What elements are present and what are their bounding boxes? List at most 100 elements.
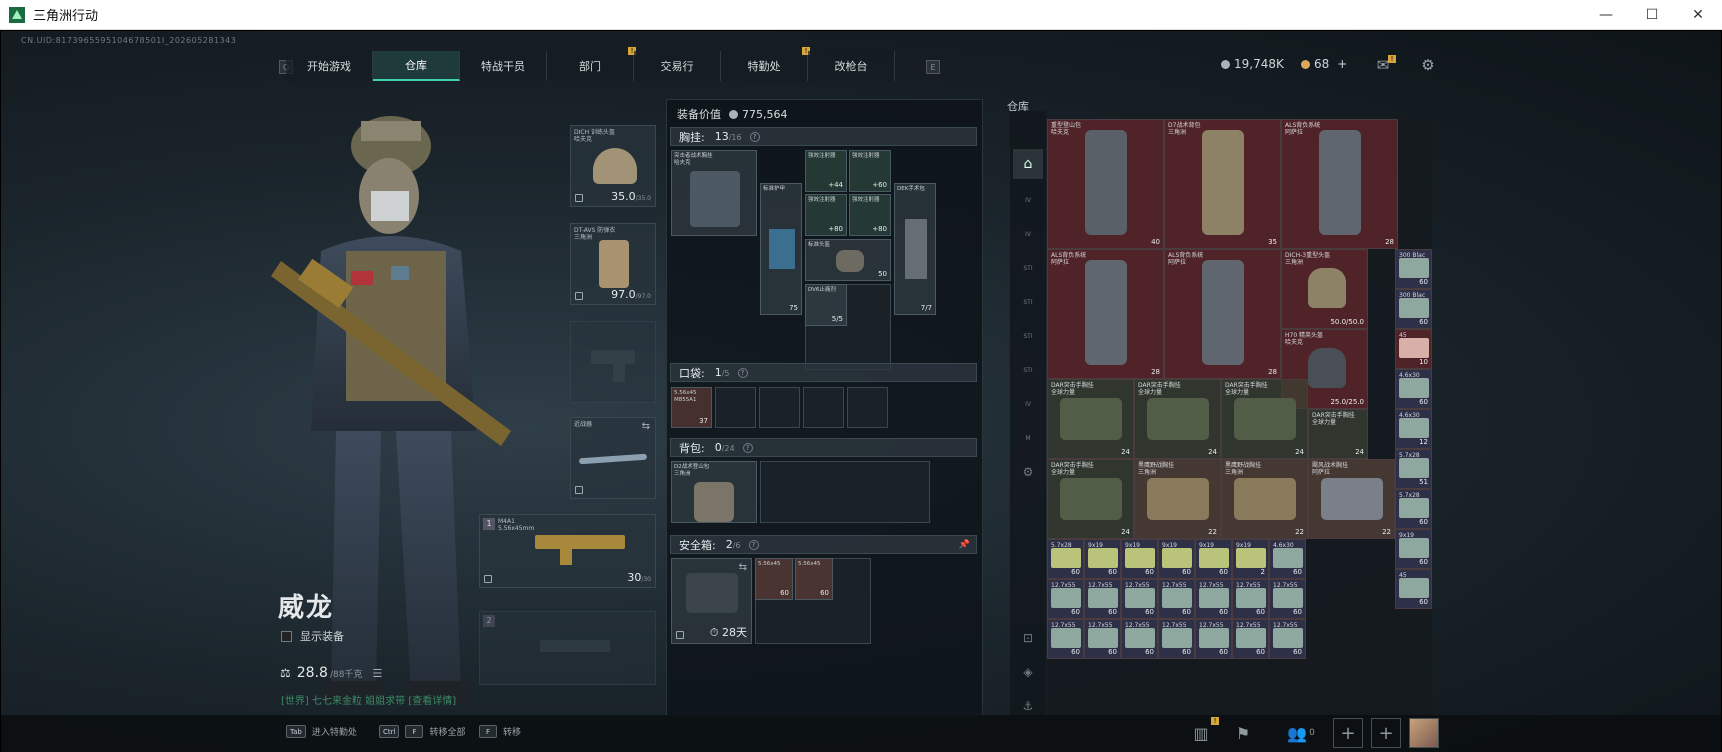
ammo-item[interactable]: 12.7x55 60 [1084, 579, 1121, 619]
gear-icon[interactable]: ⚙ [1013, 457, 1043, 487]
friends-icon[interactable]: 👥 0 [1281, 719, 1321, 747]
stash-home-tab[interactable]: ⌂ [1013, 149, 1043, 179]
tab-start-game[interactable]: 开始游戏 [286, 51, 373, 81]
stash-tab[interactable]: STI [1013, 287, 1043, 317]
secondary-weapon-slot[interactable]: 2 [479, 611, 656, 685]
help-icon[interactable]: ? [737, 367, 748, 378]
ammo-item[interactable]: 300 Blac 60 [1395, 289, 1432, 329]
stash-item[interactable]: DAR突击手胸挂 全球力量 24 [1308, 409, 1368, 459]
stash-tab[interactable]: IV [1013, 219, 1043, 249]
helmet-item[interactable]: 标准头盔 50 [805, 239, 891, 281]
stash-tab[interactable]: IV [1013, 389, 1043, 419]
backpack-item[interactable]: D2战术登山包 三角洲 [671, 461, 757, 523]
primary-weapon-slot[interactable]: 1 M4A1 5.56x45mm 30/30 [479, 514, 656, 588]
stash-tab[interactable]: STI [1013, 321, 1043, 351]
injector-item[interactable]: 强效注射器 +80 [849, 194, 891, 236]
ammo-item[interactable]: 5.7x28 60 [1395, 489, 1432, 529]
safe-box-item[interactable]: ⇆ ⏱ 28天 [671, 558, 752, 644]
ammo-item[interactable]: 4.6x30 60 [1269, 539, 1306, 579]
stash-item[interactable]: 飓风战术胸挂 阿萨拉 22 [1308, 459, 1395, 539]
safe-ammo-item[interactable]: 5.56x45 60 [755, 558, 793, 600]
pocket-slot[interactable] [803, 387, 844, 428]
stash-item[interactable]: DAR突击手胸挂 全球力量 24 [1221, 379, 1308, 459]
swap-icon[interactable]: ⇆ [642, 421, 650, 432]
stash-item[interactable]: DAR突击手胸挂 全球力量 24 [1047, 379, 1134, 459]
helmet-slot[interactable]: DICH 训练头盔 哈夫克 35.0/35.0 [570, 125, 656, 207]
add-friend-button[interactable]: + [1333, 718, 1363, 748]
pin-icon[interactable]: 📌 [959, 540, 970, 550]
stash-tab[interactable]: M [1013, 423, 1043, 453]
ammo-item[interactable]: 12.7x55 60 [1158, 619, 1195, 659]
help-icon[interactable]: ? [742, 442, 753, 453]
ammo-item[interactable]: 9x19 60 [1395, 529, 1432, 569]
layers-icon[interactable]: ◈ [1013, 657, 1043, 687]
help-icon[interactable]: ? [749, 131, 760, 142]
injector-item[interactable]: 强效注射器 +80 [805, 194, 847, 236]
safe-ammo-item[interactable]: 5.56x45 60 [795, 558, 833, 600]
pocket-slot[interactable] [847, 387, 888, 428]
ammo-item[interactable]: 9x19 60 [1195, 539, 1232, 579]
tab-department[interactable]: 部门! [547, 47, 636, 81]
stash-item[interactable]: ALS背负系统 阿萨拉 28 [1164, 249, 1281, 379]
ammo-item[interactable]: 4.6x30 60 [1395, 369, 1432, 409]
injector-item[interactable]: 强效注射器 +60 [849, 150, 891, 192]
tab-special-ops[interactable]: 特勤处! [721, 47, 810, 81]
ammo-item[interactable]: 5.7x28 51 [1395, 449, 1432, 489]
pocket-slot[interactable] [715, 387, 756, 428]
ammo-item[interactable]: 45 60 [1395, 569, 1432, 609]
ammo-item[interactable]: 12.7x55 60 [1121, 619, 1158, 659]
pocket-ammo-item[interactable]: 5.56x45 M855A1 37 [671, 387, 712, 428]
ammo-item[interactable]: 5.7x28 60 [1047, 539, 1084, 579]
ammo-item[interactable]: 12.7x55 60 [1232, 619, 1269, 659]
painkiller-item[interactable]: DV6止痛剂 5/5 [805, 284, 847, 326]
show-equipment-toggle[interactable]: 显示装备 [281, 628, 344, 644]
stash-tab[interactable]: IV [1013, 185, 1043, 215]
stash-item[interactable]: ALS背负系统 阿萨拉 28 [1047, 249, 1164, 379]
list-icon[interactable]: ☰ [372, 667, 382, 680]
injector-item[interactable]: 强效注射器 +44 [805, 150, 847, 192]
player-avatar[interactable] [1409, 718, 1439, 748]
melee-slot[interactable]: 近战器 ⇆ [570, 417, 656, 499]
transfer-hint[interactable]: F 转移 [479, 725, 521, 738]
ammo-item[interactable]: 12.7x55 60 [1158, 579, 1195, 619]
stash-item[interactable]: DAR突击手胸挂 全球力量 24 [1134, 379, 1221, 459]
tab-trading[interactable]: 交易行 [634, 51, 721, 81]
transfer-all-hint[interactable]: Ctrl F 转移全部 [379, 725, 465, 738]
checkbox[interactable] [281, 630, 292, 642]
add-currency-button[interactable]: + [1337, 57, 1347, 71]
ammo-item[interactable]: 12.7x55 60 [1195, 619, 1232, 659]
stash-tab[interactable]: STI [1013, 253, 1043, 283]
tab-operators[interactable]: 特战干员 [460, 51, 547, 81]
ammo-item[interactable]: 12.7x55 60 [1195, 579, 1232, 619]
settings-gear-icon[interactable]: ⚙ [1418, 55, 1438, 75]
ammo-item[interactable]: 12.7x55 60 [1047, 579, 1084, 619]
chest-rig-item[interactable]: 突击者战术胸挂 哈夫克 [671, 150, 757, 236]
close-button[interactable]: ✕ [1675, 0, 1721, 30]
ammo-item[interactable]: 12.7x55 60 [1084, 619, 1121, 659]
tab-gunsmith[interactable]: 改枪台 [808, 51, 895, 81]
help-icon[interactable]: ? [748, 539, 759, 550]
world-chat-message[interactable]: [世界] 七七来金粒 姐姐求带 [查看详情] [281, 692, 456, 707]
ammo-item[interactable]: 9x19 60 [1084, 539, 1121, 579]
ammo-item[interactable]: 9x19 60 [1158, 539, 1195, 579]
ammo-item[interactable]: 12.7x55 60 [1269, 579, 1306, 619]
ammo-item[interactable]: 45 10 [1395, 329, 1432, 369]
ammo-item[interactable]: 300 Blac 60 [1395, 249, 1432, 289]
stash-item[interactable]: D7战术背包 三角洲 35 [1164, 119, 1281, 249]
ammo-item[interactable]: 9x19 60 [1121, 539, 1158, 579]
rig-slot-item[interactable]: 标准护甲 75 [760, 183, 802, 315]
pocket-slot[interactable] [759, 387, 800, 428]
ammo-item[interactable]: 12.7x55 60 [1047, 619, 1084, 659]
surgery-kit-item[interactable]: DEK手术包 7/7 [894, 183, 936, 315]
stash-item[interactable]: 黑鹰野战胸挂 三角洲 22 [1221, 459, 1308, 539]
pistol-slot[interactable] [570, 321, 656, 403]
stash-item[interactable]: 重型登山包 哈夫克 40 [1047, 119, 1164, 249]
ammo-item[interactable]: 4.6x30 12 [1395, 409, 1432, 449]
ammo-item[interactable]: 9x19 2 [1232, 539, 1269, 579]
backpack-grid[interactable] [760, 461, 930, 523]
enter-special-ops-hint[interactable]: Tab 进入特勤处 [286, 725, 357, 738]
flag-icon[interactable]: ⚑ [1229, 719, 1257, 747]
maximize-button[interactable]: ☐ [1629, 0, 1675, 30]
tab-warehouse[interactable]: 仓库 [373, 51, 460, 81]
stash-item[interactable]: DICH-3重型头盔 三角洲 50.0/50.0 [1281, 249, 1368, 329]
